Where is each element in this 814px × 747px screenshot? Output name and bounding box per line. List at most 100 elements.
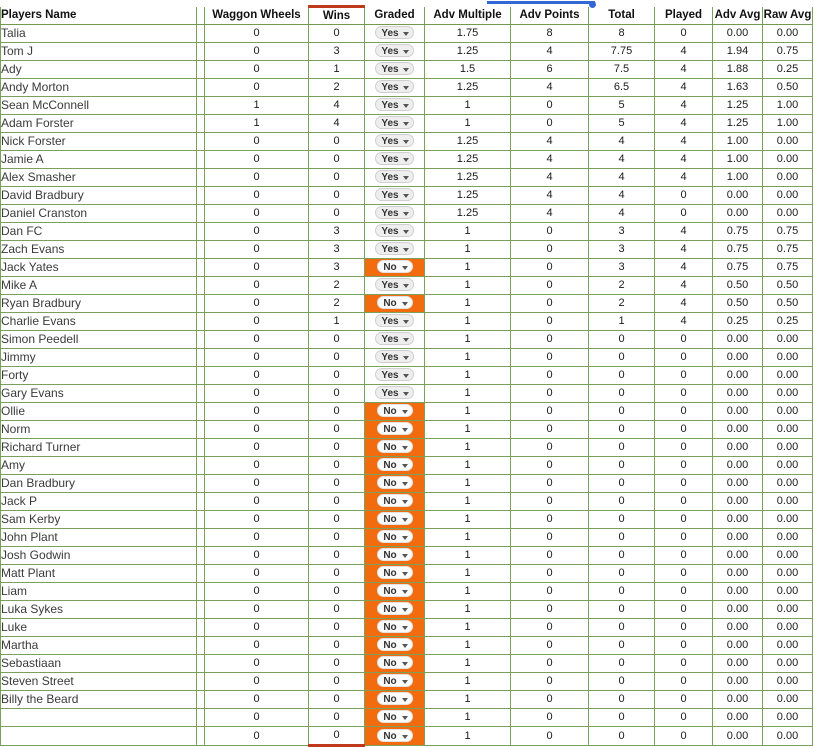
cell-waggon-wheels[interactable]: 0 <box>204 708 309 727</box>
cell-player-name[interactable]: Jamie A <box>0 150 197 169</box>
cell-wins[interactable]: 0 <box>308 474 365 493</box>
cell-waggon-wheels[interactable]: 0 <box>204 132 309 151</box>
cell-total[interactable]: 0 <box>588 456 655 475</box>
graded-dropdown[interactable]: Yes <box>375 350 414 364</box>
cell-adv-avg[interactable]: 0.00 <box>712 402 763 421</box>
cell-adv-avg[interactable]: 0.00 <box>712 474 763 493</box>
cell-raw-avg[interactable]: 0.00 <box>762 150 813 169</box>
cell-adv-multiple[interactable]: 1.25 <box>424 42 511 61</box>
graded-dropdown[interactable]: Yes <box>375 80 414 94</box>
chevron-down-icon[interactable] <box>402 104 409 109</box>
cell-raw-avg[interactable]: 0.00 <box>762 474 813 493</box>
cell-played[interactable]: 0 <box>654 402 713 421</box>
cell-adv-points[interactable]: 0 <box>510 276 589 295</box>
graded-dropdown[interactable]: Yes <box>375 152 414 166</box>
chevron-down-icon[interactable] <box>401 500 408 505</box>
cell-adv-avg[interactable]: 0.50 <box>712 276 763 295</box>
cell-adv-points[interactable]: 0 <box>510 222 589 241</box>
cell-graded[interactable]: Yes <box>364 114 425 133</box>
cell-raw-avg[interactable]: 0.00 <box>762 168 813 187</box>
chevron-down-icon[interactable] <box>402 140 409 145</box>
cell-wins[interactable]: 1 <box>308 60 365 79</box>
cell-total[interactable]: 4 <box>588 204 655 223</box>
cell-total[interactable]: 0 <box>588 582 655 601</box>
chevron-down-icon[interactable] <box>401 302 408 307</box>
cell-adv-avg[interactable]: 0.00 <box>712 186 763 205</box>
cell-played[interactable]: 0 <box>654 438 713 457</box>
cell-adv-multiple[interactable]: 1 <box>424 96 511 115</box>
cell-waggon-wheels[interactable]: 0 <box>204 366 309 385</box>
cell-raw-avg[interactable]: 0.00 <box>762 366 813 385</box>
cell-waggon-wheels[interactable]: 0 <box>204 600 309 619</box>
cell-adv-points[interactable]: 4 <box>510 150 589 169</box>
cell-adv-points[interactable]: 4 <box>510 42 589 61</box>
cell-wins[interactable]: 4 <box>308 96 365 115</box>
cell-adv-avg[interactable]: 0.00 <box>712 528 763 547</box>
cell-waggon-wheels[interactable]: 0 <box>204 690 309 709</box>
graded-dropdown[interactable]: Yes <box>375 206 414 220</box>
cell-player-name[interactable]: Billy the Beard <box>0 690 197 709</box>
cell-player-name[interactable]: Matt Plant <box>0 564 197 583</box>
cell-adv-avg[interactable]: 0.00 <box>712 510 763 529</box>
cell-graded[interactable]: Yes <box>364 186 425 205</box>
cell-played[interactable]: 4 <box>654 60 713 79</box>
cell-raw-avg[interactable]: 0.00 <box>762 618 813 637</box>
cell-adv-points[interactable]: 0 <box>510 258 589 277</box>
column-header-adv-multiple[interactable]: Adv Multiple <box>424 6 511 25</box>
cell-total[interactable]: 8 <box>588 24 655 43</box>
cell-adv-avg[interactable]: 0.00 <box>712 420 763 439</box>
cell-adv-multiple[interactable]: 1 <box>424 546 511 565</box>
cell-waggon-wheels[interactable]: 0 <box>204 204 309 223</box>
graded-dropdown[interactable]: No <box>376 422 413 436</box>
cell-total[interactable]: 6.5 <box>588 78 655 97</box>
chevron-down-icon[interactable] <box>401 698 408 703</box>
chevron-down-icon[interactable] <box>401 554 408 559</box>
cell-adv-multiple[interactable]: 1 <box>424 312 511 331</box>
cell-player-name[interactable]: Sam Kerby <box>0 510 197 529</box>
cell-wins[interactable]: 3 <box>308 240 365 259</box>
cell-adv-multiple[interactable]: 1 <box>424 636 511 655</box>
cell-adv-multiple[interactable]: 1.25 <box>424 132 511 151</box>
column-header-waggon-wheels[interactable]: Waggon Wheels <box>204 6 309 25</box>
cell-player-name[interactable]: Amy <box>0 456 197 475</box>
graded-dropdown[interactable]: Yes <box>375 314 414 328</box>
cell-adv-multiple[interactable]: 1 <box>424 276 511 295</box>
cell-wins[interactable]: 0 <box>308 672 365 691</box>
cell-graded[interactable]: No <box>364 600 425 619</box>
cell-graded[interactable]: No <box>364 636 425 655</box>
cell-wins[interactable]: 0 <box>308 186 365 205</box>
cell-raw-avg[interactable]: 0.25 <box>762 60 813 79</box>
cell-adv-multiple[interactable]: 1 <box>424 330 511 349</box>
cell-player-name[interactable]: Forty <box>0 366 197 385</box>
cell-waggon-wheels[interactable]: 0 <box>204 186 309 205</box>
cell-waggon-wheels[interactable]: 0 <box>204 402 309 421</box>
cell-played[interactable]: 4 <box>654 168 713 187</box>
cell-adv-avg[interactable]: 0.00 <box>712 654 763 673</box>
cell-raw-avg[interactable]: 0.00 <box>762 708 813 727</box>
cell-player-name[interactable]: Dan FC <box>0 222 197 241</box>
cell-graded[interactable]: Yes <box>364 42 425 61</box>
cell-total[interactable]: 0 <box>588 600 655 619</box>
cell-adv-multiple[interactable]: 1 <box>424 582 511 601</box>
cell-total[interactable]: 0 <box>588 330 655 349</box>
cell-raw-avg[interactable]: 0.75 <box>762 42 813 61</box>
cell-raw-avg[interactable]: 0.00 <box>762 600 813 619</box>
chevron-down-icon[interactable] <box>401 464 408 469</box>
cell-player-name[interactable]: Simon Peedell <box>0 330 197 349</box>
graded-dropdown[interactable]: No <box>376 458 413 472</box>
chevron-down-icon[interactable] <box>402 194 409 199</box>
cell-played[interactable]: 0 <box>654 348 713 367</box>
cell-adv-multiple[interactable]: 1 <box>424 564 511 583</box>
cell-played[interactable]: 4 <box>654 150 713 169</box>
cell-adv-avg[interactable]: 0.00 <box>712 492 763 511</box>
cell-adv-avg[interactable]: 0.00 <box>712 672 763 691</box>
chevron-down-icon[interactable] <box>401 644 408 649</box>
graded-dropdown[interactable]: No <box>376 566 413 580</box>
graded-dropdown[interactable]: No <box>376 548 413 562</box>
cell-adv-avg[interactable]: 0.00 <box>712 204 763 223</box>
cell-adv-multiple[interactable]: 1 <box>424 348 511 367</box>
graded-dropdown[interactable]: Yes <box>375 116 414 130</box>
cell-raw-avg[interactable]: 0.00 <box>762 636 813 655</box>
cell-waggon-wheels[interactable]: 0 <box>204 492 309 511</box>
cell-adv-points[interactable]: 4 <box>510 132 589 151</box>
